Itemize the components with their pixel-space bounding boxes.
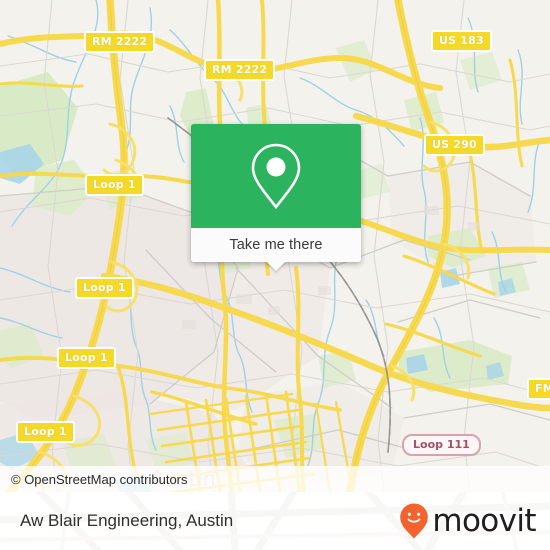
moovit-pin-smiley-icon <box>400 503 429 539</box>
road-label-loop-1-mid: Loop 1 <box>75 277 134 299</box>
road-label-loop-1-south: Loop 1 <box>57 347 116 369</box>
map-pin-icon <box>251 143 301 210</box>
road-label-loop-1-far-south: Loop 1 <box>16 421 75 443</box>
road-label-rm-2222-east: RM 2222 <box>204 59 276 81</box>
road-label-loop-1-north: Loop 1 <box>85 174 144 196</box>
take-me-there-label: Take me there <box>229 237 323 253</box>
place-title: Aw Blair Engineering, Austin <box>20 511 234 530</box>
road-label-rm-2222-west: RM 2222 <box>84 31 156 53</box>
map-canvas[interactable]: .base { fill:#f4f2ec; } .res { fill:#ece… <box>0 0 550 492</box>
moovit-brand-logo[interactable]: moovit <box>399 502 537 540</box>
moovit-wordmark: moovit <box>432 502 536 539</box>
road-label-fm: FM <box>527 378 550 400</box>
take-me-there-card[interactable]: Take me there <box>191 124 361 271</box>
map-attribution-bar: © OpenStreetMap contributors <box>0 466 550 492</box>
road-label-loop-111: Loop 111 <box>402 434 481 456</box>
card-pointer-tail <box>266 261 286 271</box>
road-label-us-183: US 183 <box>431 30 492 52</box>
osm-attribution-text[interactable]: © OpenStreetMap contributors <box>0 472 188 487</box>
card-footer[interactable]: Take me there <box>191 228 361 271</box>
moovit-place-map-screenshot: .base { fill:#f4f2ec; } .res { fill:#ece… <box>0 0 550 550</box>
road-label-us-290: US 290 <box>424 134 485 156</box>
footer-content: Aw Blair Engineering, Austin moovit <box>0 492 550 550</box>
card-header <box>191 124 361 228</box>
footer-bar: Aw Blair Engineering, Austin moovit <box>0 492 550 550</box>
